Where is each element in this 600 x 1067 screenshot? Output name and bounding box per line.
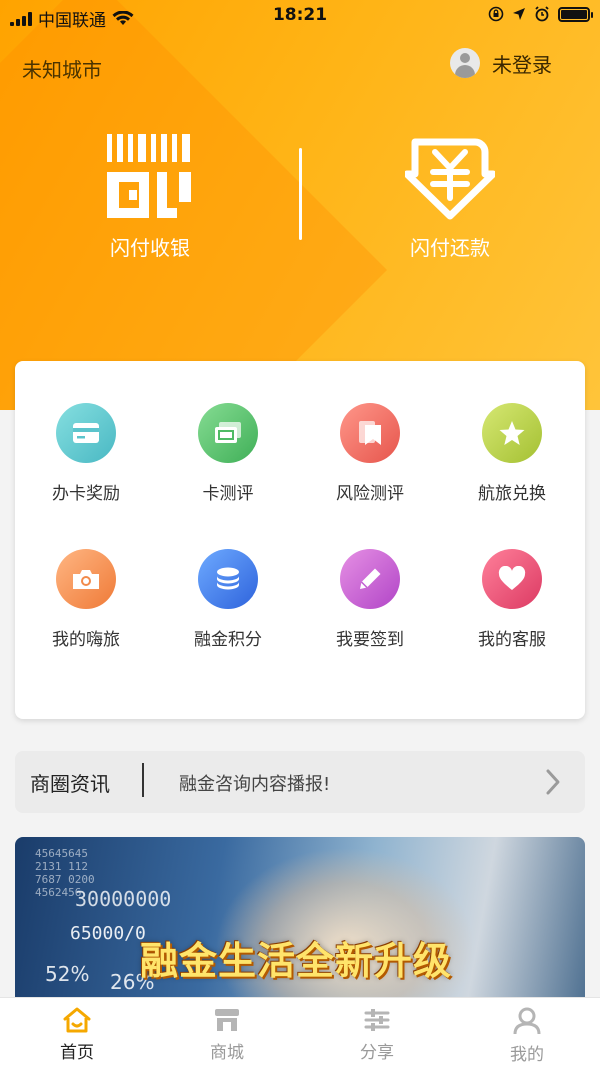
tab-label: 商城 [210, 1043, 244, 1063]
cards-icon [198, 403, 258, 463]
bookmark-icon [340, 403, 400, 463]
news-text: 融金咨询内容播报! [179, 774, 331, 795]
quick-pay-repay-label: 闪付还款 [410, 236, 490, 260]
grid-label: 卡测评 [202, 484, 254, 504]
alarm-icon [535, 6, 549, 22]
star-icon [482, 403, 542, 463]
grid-label: 我的嗨旅 [52, 630, 120, 650]
grid-label: 融金积分 [194, 630, 262, 650]
avatar-icon [450, 48, 480, 78]
quick-pay-collect-label: 闪付收银 [110, 236, 190, 260]
grid-label: 航旅兑换 [478, 484, 546, 504]
grid-label: 我要签到 [336, 630, 404, 650]
banner-big-number: 30000000 [75, 887, 172, 911]
news-divider [142, 763, 144, 797]
banner-percent-left: 52% [45, 962, 90, 986]
actions-divider [299, 148, 302, 240]
tab-share[interactable]: 分享 [302, 1006, 452, 1063]
grid-item-travel-exchange[interactable]: 航旅兑换 [441, 403, 583, 504]
grid-item-card-reward[interactable]: 办卡奖励 [15, 403, 157, 504]
banner-slogan: 融金生活全新升级 [140, 939, 453, 983]
city-selector[interactable]: 未知城市 [22, 54, 102, 83]
tab-mine[interactable]: 我的 [452, 1006, 600, 1065]
login-label: 未登录 [492, 52, 552, 77]
quick-pay-repay-button[interactable]: 闪付还款 [360, 130, 540, 261]
share-icon [364, 1009, 390, 1031]
rotation-lock-icon [488, 6, 504, 22]
grid-label: 办卡奖励 [52, 484, 120, 504]
tab-bar: 首页 商城 分享 我的 [0, 997, 600, 1067]
pencil-icon [340, 549, 400, 609]
grid-item-points[interactable]: 融金积分 [157, 549, 299, 650]
tab-shop[interactable]: 商城 [152, 1006, 302, 1063]
location-icon [513, 8, 525, 20]
news-ticker[interactable]: 商圈资讯 融金咨询内容播报! [15, 751, 585, 813]
grid-label: 风险测评 [336, 484, 404, 504]
card-icon [56, 403, 116, 463]
login-button[interactable]: 未登录 [450, 48, 552, 78]
tab-home[interactable]: 首页 [2, 1006, 152, 1063]
quick-pay-collect-button[interactable]: 闪付收银 [60, 130, 240, 261]
grid-item-card-review[interactable]: 卡测评 [157, 403, 299, 504]
barcode-scan-icon [107, 134, 191, 218]
heart-icon [482, 549, 542, 609]
promo-banner[interactable]: 45645645 2131 112 7687 0200 4562456 3000… [15, 837, 585, 1017]
user-icon [513, 1007, 541, 1035]
yuan-repay-icon [405, 138, 495, 220]
grid-item-check-in[interactable]: 我要签到 [299, 549, 441, 650]
shop-icon [215, 1009, 239, 1031]
banner-small-number: 65000/0 [70, 923, 146, 944]
tab-label: 分享 [360, 1043, 394, 1063]
feature-grid: 办卡奖励 卡测评 风险测评 航旅兑换 我的嗨旅 融金积分 我要签到 我的客服 [15, 361, 585, 719]
coins-icon [198, 549, 258, 609]
grid-label: 我的客服 [478, 630, 546, 650]
status-right [488, 6, 593, 22]
grid-item-customer-service[interactable]: 我的客服 [441, 549, 583, 650]
home-icon [63, 1007, 91, 1033]
camera-icon [56, 549, 116, 609]
tab-label: 我的 [510, 1045, 544, 1065]
tab-label: 首页 [60, 1043, 94, 1063]
status-bar: 中国联通 18:21 [0, 0, 600, 34]
battery-icon [558, 6, 593, 22]
chevron-right-icon [546, 769, 560, 795]
grid-item-my-trip[interactable]: 我的嗨旅 [15, 549, 157, 650]
grid-item-risk-assessment[interactable]: 风险测评 [299, 403, 441, 504]
news-title: 商圈资讯 [30, 772, 110, 796]
